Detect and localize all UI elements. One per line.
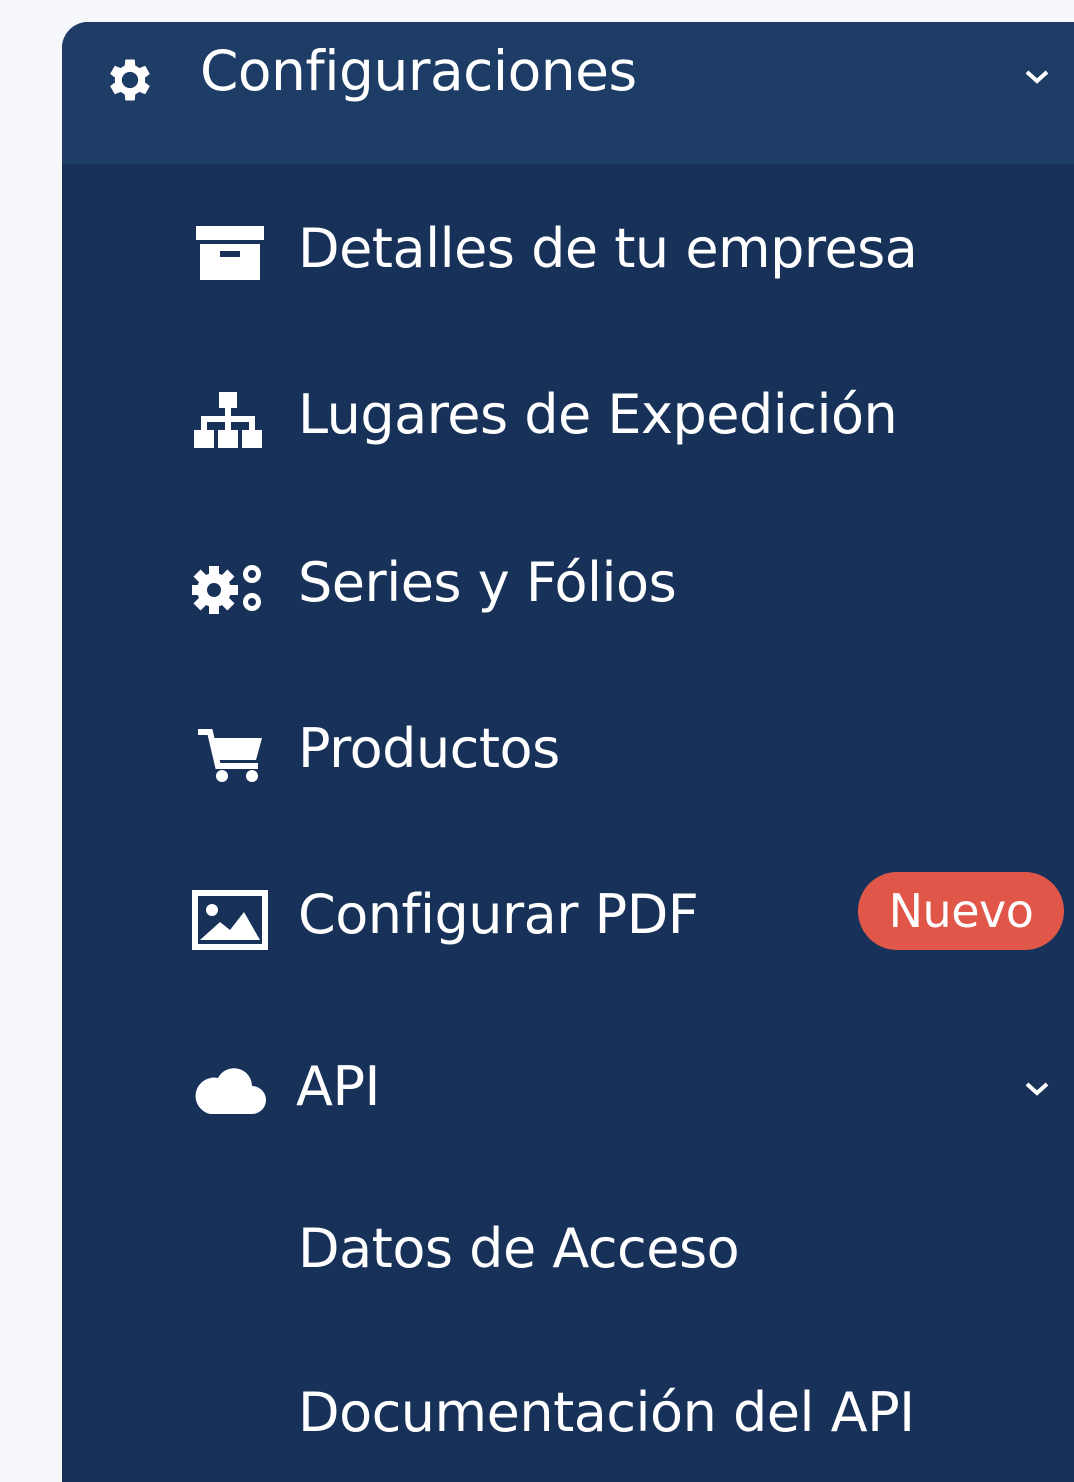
cloud-icon xyxy=(192,1062,268,1118)
archive-box-icon xyxy=(194,224,266,282)
menu-item-detalles-empresa[interactable]: Detalles de tu empresa xyxy=(62,222,1074,302)
submenu-item-documentacion-api[interactable]: Documentación del API xyxy=(62,1386,1074,1466)
menu-item-series-folios[interactable]: Series y Fólios xyxy=(62,556,1074,636)
menu-item-label: Detalles de tu empresa xyxy=(298,217,918,280)
menu-item-label: Series y Fólios xyxy=(298,551,677,614)
menu-item-productos[interactable]: Productos xyxy=(62,722,1074,802)
new-badge: Nuevo xyxy=(858,872,1064,950)
submenu-item-label: Documentación del API xyxy=(298,1381,915,1444)
menu-item-label: Productos xyxy=(298,717,560,780)
gear-icon xyxy=(102,52,158,108)
gears-icon xyxy=(190,558,268,618)
section-header-configuraciones[interactable]: Configuraciones xyxy=(62,22,1074,164)
submenu-item-label: Datos de Acceso xyxy=(298,1217,740,1280)
chevron-down-icon[interactable] xyxy=(1024,68,1050,86)
chevron-down-icon[interactable] xyxy=(1024,1080,1050,1098)
menu-item-configurar-pdf[interactable]: Configurar PDF Nuevo xyxy=(62,872,1074,968)
submenu-item-datos-acceso[interactable]: Datos de Acceso xyxy=(62,1222,1074,1302)
section-title: Configuraciones xyxy=(200,39,637,103)
image-icon xyxy=(192,890,268,950)
menu-item-label: API xyxy=(296,1055,380,1118)
menu-item-lugares-expedicion[interactable]: Lugares de Expedición xyxy=(62,388,1074,468)
sitemap-icon xyxy=(192,392,264,450)
menu-item-api[interactable]: API xyxy=(62,1058,1074,1138)
sidebar-menu: Configuraciones Detalles de tu empresa L… xyxy=(62,22,1074,1482)
menu-item-label: Lugares de Expedición xyxy=(298,383,898,446)
menu-item-label: Configurar PDF xyxy=(298,883,699,946)
shopping-cart-icon xyxy=(196,728,266,784)
